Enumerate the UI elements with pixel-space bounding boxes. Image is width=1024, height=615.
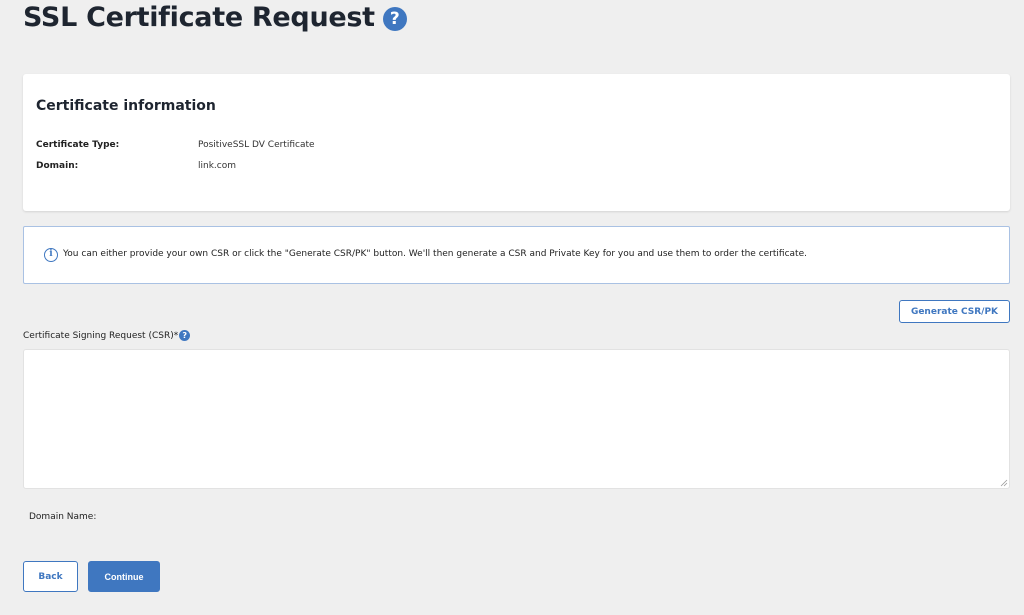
csr-label: Certificate Signing Request (CSR)*: [23, 330, 179, 341]
csr-help-icon[interactable]: ?: [179, 330, 191, 341]
notice-text: You can either provide your own CSR or c…: [63, 249, 807, 259]
certificate-type-label: Certificate Type:: [36, 140, 120, 150]
csr-label-row: Certificate Signing Request (CSR)* ?: [23, 330, 191, 341]
csr-textarea[interactable]: [23, 349, 1010, 489]
continue-button[interactable]: Continue: [88, 561, 160, 592]
certificate-info-title: Certificate information: [36, 98, 216, 114]
domain-value: link.com: [198, 161, 236, 171]
domain-name-label: Domain Name:: [29, 512, 97, 522]
page-header: SSL Certificate Request ?: [23, 2, 407, 34]
help-icon[interactable]: ?: [382, 7, 407, 31]
resize-grip-icon[interactable]: [1000, 479, 1008, 487]
back-button[interactable]: Back: [23, 561, 78, 592]
csr-notice: i You can either provide your own CSR or…: [23, 226, 1010, 284]
generate-csr-pk-button[interactable]: Generate CSR/PK: [899, 300, 1010, 323]
certificate-type-value: PositiveSSL DV Certificate: [198, 140, 315, 150]
info-icon: i: [44, 248, 58, 262]
domain-label: Domain:: [36, 161, 79, 171]
certificate-info-card: Certificate information Certificate Type…: [23, 74, 1010, 211]
page-title: SSL Certificate Request: [23, 2, 375, 33]
